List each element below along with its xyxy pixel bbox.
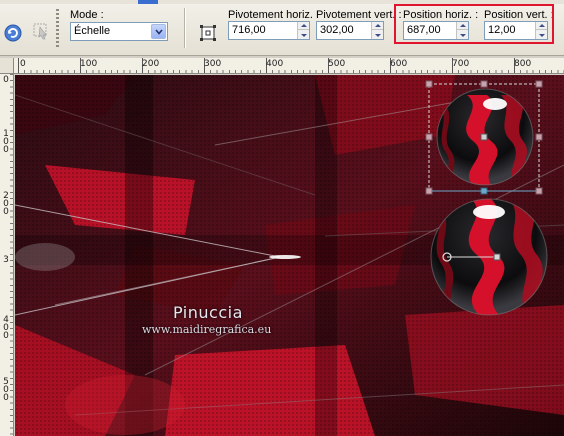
ruler-label: 100 xyxy=(80,59,98,69)
vertical-ruler: 0 1 0 0 2 0 0 3 4 0 0 5 0 0 xyxy=(0,74,14,436)
pivot-horiz-spinner[interactable] xyxy=(297,22,309,39)
pivot-center-icon xyxy=(200,25,216,41)
active-tab-marker xyxy=(138,0,158,4)
ruler-label: 0 xyxy=(20,59,26,69)
move-tool-button[interactable] xyxy=(30,20,52,42)
ruler-label: 700 xyxy=(452,59,470,69)
chevron-down-icon[interactable] xyxy=(151,24,166,39)
image-canvas[interactable]: Pinuccia www.maidiregrafica.eu xyxy=(15,75,564,436)
pivot-horiz-label: Pivotement horiz. : xyxy=(228,9,320,21)
watermark-url: www.maidiregrafica.eu xyxy=(142,323,272,336)
horizontal-ruler: 0 100 200 300 400 500 600 700 800 xyxy=(14,58,564,74)
pivot-horiz-input[interactable]: 716,00 xyxy=(228,21,310,40)
tool-options-toolbar: Mode : Échelle Pivotement horiz. : 716,0… xyxy=(0,0,564,56)
ruler-label: 4 0 0 xyxy=(3,315,9,341)
reset-button[interactable] xyxy=(2,22,24,44)
reset-icon xyxy=(4,24,22,42)
watermark-title: Pinuccia xyxy=(173,303,243,322)
ruler-label: 300 xyxy=(204,59,222,69)
mode-select-value: Échelle xyxy=(74,25,111,37)
position-highlight-box xyxy=(394,4,554,44)
move-icon xyxy=(33,23,47,40)
pivot-vert-spinner[interactable] xyxy=(371,22,383,39)
spin-down-icon[interactable] xyxy=(298,31,309,39)
spin-up-icon[interactable] xyxy=(372,22,383,30)
ruler-label: 600 xyxy=(390,59,408,69)
pivot-vert-input[interactable]: 302,00 xyxy=(316,21,384,40)
ruler-label: 5 0 0 xyxy=(3,377,9,403)
pivot-vert-label: Pivotement vert. : xyxy=(316,9,402,21)
ruler-label: 3 xyxy=(3,255,9,265)
ruler-label: 500 xyxy=(328,59,346,69)
spin-up-icon[interactable] xyxy=(298,22,309,30)
pivot-center-button[interactable] xyxy=(197,22,219,44)
ruler-label: 0 xyxy=(3,75,9,85)
abstract-artwork xyxy=(15,75,564,436)
pivot-horiz-value: 716,00 xyxy=(232,24,266,36)
mode-select[interactable]: Échelle xyxy=(70,22,168,41)
ruler-label: 2 0 0 xyxy=(3,191,9,217)
ruler-corner xyxy=(0,58,14,74)
ruler-label: 400 xyxy=(266,59,284,69)
toolbar-grip[interactable] xyxy=(56,9,59,47)
spin-down-icon[interactable] xyxy=(372,31,383,39)
mode-label: Mode : xyxy=(70,9,104,21)
pivot-vert-value: 302,00 xyxy=(320,24,354,36)
ruler-label: 200 xyxy=(142,59,160,69)
toolbar-separator xyxy=(184,8,185,48)
ruler-label: 800 xyxy=(514,59,532,69)
ruler-label: 1 0 0 xyxy=(3,129,9,155)
